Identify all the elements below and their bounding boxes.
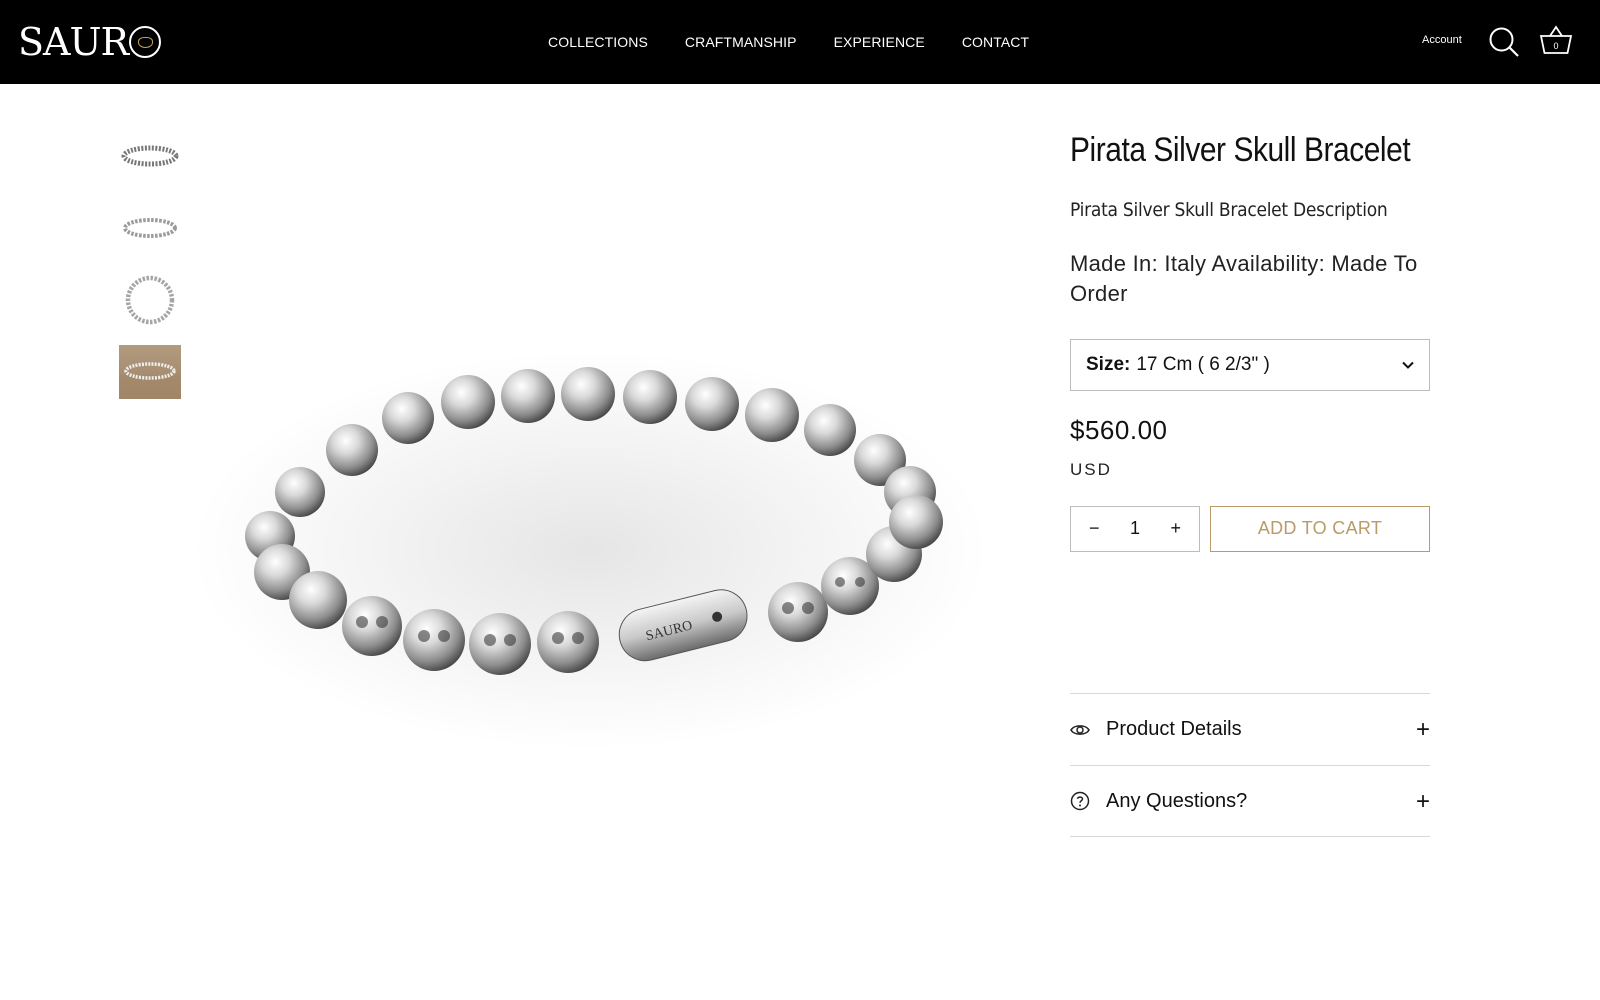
product-origin-availability: Made In: Italy Availability: Made To Ord… [1070,250,1418,306]
question-circle-icon [1070,791,1090,811]
account-link[interactable]: Account [1422,34,1462,46]
size-label: Size: [1086,353,1131,375]
plus-icon[interactable]: + [1416,716,1430,744]
qty-decrease-button[interactable]: − [1089,518,1100,539]
nav-experience[interactable]: EXPERIENCE [834,34,925,50]
size-value: 17 Cm ( 6 2/3" ) [1136,353,1270,375]
qty-increase-button[interactable]: + [1170,518,1181,539]
product-main-image[interactable]: SAURO [190,300,1000,770]
thumbnail-side-view[interactable] [119,128,181,184]
qty-value[interactable]: 1 [1130,518,1140,539]
thumbnail-flat-view[interactable] [119,200,181,256]
search-icon[interactable] [1488,26,1520,58]
cart-count: 0 [1553,41,1558,51]
nav-collections[interactable]: COLLECTIONS [548,34,648,50]
logo-text: SAUR [18,20,129,64]
buy-row: − 1 + ADD TO CART [1070,505,1430,552]
eye-icon [1070,724,1090,735]
thumbnail-gallery [119,128,181,416]
sauro-logo[interactable]: SAUR [18,18,162,66]
thumbnail-lifestyle[interactable] [119,344,181,400]
accordion-any-questions[interactable]: Any Questions? + [1070,765,1430,837]
price-currency: USD [1070,459,1112,479]
plus-icon[interactable]: + [1416,788,1430,816]
nav-contact[interactable]: CONTACT [962,34,1029,50]
main-nav: COLLECTIONS CRAFTMANSHIP EXPERIENCE CONT… [548,0,1029,84]
accordion-label: Any Questions? [1106,789,1248,812]
product-info: Pirata Silver Skull Bracelet Pirata Silv… [1070,130,1430,552]
product-accordion: Product Details + Any Questions? + [1070,693,1430,837]
size-select[interactable]: Size: 17 Cm ( 6 2/3" ) [1070,338,1430,391]
add-to-cart-button[interactable]: ADD TO CART [1210,505,1430,552]
site-header: SAUR COLLECTIONS CRAFTMANSHIP EXPERIENCE… [0,0,1600,84]
chevron-down-icon [1402,361,1414,369]
product-title: Pirata Silver Skull Bracelet [1070,131,1411,169]
product-price: $560.00 [1070,414,1168,445]
thumbnail-top-view[interactable] [119,272,181,328]
logo-o-emblem [129,26,162,58]
product-description: Pirata Silver Skull Bracelet Description [1070,198,1388,221]
quantity-stepper: − 1 + [1070,505,1200,552]
basket-icon[interactable]: 0 [1539,24,1573,56]
accordion-label: Product Details [1106,718,1242,740]
nav-craftmanship[interactable]: CRAFTMANSHIP [685,34,797,50]
accordion-product-details[interactable]: Product Details + [1070,693,1430,765]
